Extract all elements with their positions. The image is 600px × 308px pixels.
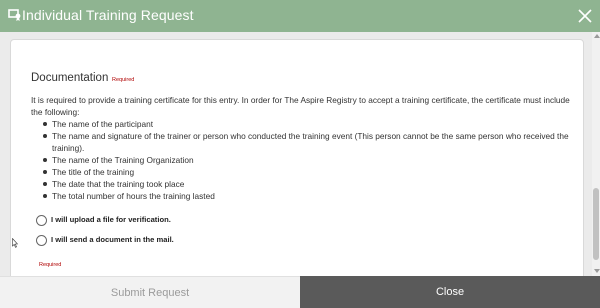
radio-button[interactable]: [36, 235, 47, 246]
list-item: The name of the participant: [40, 118, 570, 130]
bullet-icon: [43, 134, 47, 138]
mouse-cursor-icon: [12, 238, 18, 248]
required-tag: Required: [112, 77, 135, 83]
modal-title: Individual Training Request: [22, 7, 194, 23]
radio-label: I will send a document in the mail.: [51, 235, 174, 244]
bullet-icon: [43, 194, 47, 198]
list-item: The title of the training: [40, 166, 570, 178]
list-item: The date that the training took place: [40, 178, 570, 190]
bullet-icon: [43, 122, 47, 126]
requirements-list: The name of the participant The name and…: [40, 118, 570, 202]
bullet-icon: [43, 158, 47, 162]
documentation-intro: It is required to provide a training cer…: [31, 95, 570, 117]
list-item: The name and signature of the trainer or…: [40, 130, 570, 154]
scrollbar-thumb[interactable]: [593, 188, 599, 260]
radio-button[interactable]: [36, 215, 47, 226]
list-item: The name of the Training Organization: [40, 154, 570, 166]
close-icon[interactable]: [578, 9, 592, 23]
list-item: The total number of hours the training l…: [40, 190, 570, 202]
scroll-down-arrow-icon[interactable]: [594, 269, 600, 273]
close-button[interactable]: Close: [300, 276, 600, 308]
modal-header: Individual Training Request: [0, 0, 600, 32]
scroll-up-arrow-icon[interactable]: [594, 34, 600, 38]
radio-label: I will upload a file for verification.: [51, 215, 171, 224]
required-warning: Required: [39, 262, 62, 268]
certificate-icon: [8, 9, 21, 21]
bullet-icon: [43, 170, 47, 174]
documentation-heading: Documentation: [31, 72, 109, 84]
bullet-icon: [43, 182, 47, 186]
submit-request-button[interactable]: Submit Request: [0, 276, 300, 308]
